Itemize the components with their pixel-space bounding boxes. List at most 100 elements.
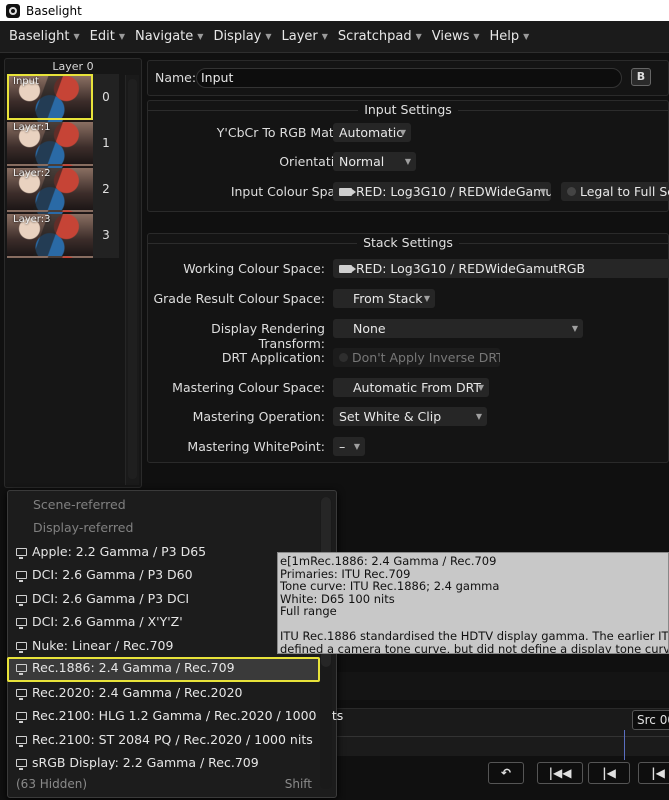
input-colour-space-label: Input Colour Space: bbox=[230, 184, 354, 199]
list-item-dci-xyz[interactable]: DCI: 2.6 Gamma / X'Y'Z' bbox=[16, 611, 312, 633]
chevron-down-icon: ▼ bbox=[399, 128, 406, 137]
list-item-nuke-linear[interactable]: Nuke: Linear / Rec.709 bbox=[16, 635, 312, 657]
b-button[interactable]: B bbox=[631, 68, 651, 86]
display-rendering-transform-dropdown[interactable]: None ▼ bbox=[333, 319, 583, 338]
list-item-rec2100-pq[interactable]: Rec.2100: ST 2084 PQ / Rec.2020 / 1000 n… bbox=[16, 729, 313, 751]
display-rendering-transform-label: Display Rendering Transform: bbox=[211, 321, 325, 351]
tooltip-line: defined a camera tone curve, but did not… bbox=[280, 641, 669, 654]
orientation-label: Orientation: bbox=[279, 154, 354, 169]
name-input[interactable]: Input bbox=[196, 68, 622, 88]
menu-views[interactable]: Views ▼ bbox=[427, 21, 485, 52]
layer-row-2[interactable]: Layer:2 2 bbox=[7, 166, 119, 212]
shift-hint: Shift bbox=[284, 777, 312, 791]
list-item-apple-p3[interactable]: Apple: 2.2 Gamma / P3 D65 bbox=[16, 541, 312, 563]
radio-icon bbox=[567, 187, 576, 196]
scrollbar-thumb[interactable] bbox=[128, 79, 137, 479]
ycbcr-matrix-label: Y'CbCr To RGB Matrix: bbox=[216, 125, 354, 140]
monitor-icon bbox=[16, 594, 27, 606]
grade-result-colour-space-label: Grade Result Colour Space: bbox=[153, 291, 325, 306]
list-item-label: Rec.1886: 2.4 Gamma / Rec.709 bbox=[32, 660, 235, 675]
dropdown-value: None bbox=[353, 321, 386, 336]
undo-button[interactable]: ↶ bbox=[488, 762, 524, 784]
menu-scratchpad[interactable]: Scratchpad ▼ bbox=[333, 21, 427, 52]
layer-label: Layer:2 bbox=[13, 168, 51, 179]
mastering-whitepoint-dropdown[interactable]: – ▼ bbox=[333, 437, 365, 456]
chevron-down-icon: ▼ bbox=[523, 32, 530, 41]
dropdown-value: RED: Log3G10 / REDWideGamu bbox=[356, 184, 551, 199]
camera-icon bbox=[339, 264, 356, 273]
list-item-srgb[interactable]: sRGB Display: 2.2 Gamma / Rec.709 bbox=[16, 752, 312, 774]
list-item-rec2100-hlg[interactable]: Rec.2100: HLG 1.2 Gamma / Rec.2020 / 100… bbox=[16, 705, 343, 727]
layers-panel: Layer 0 Input 0 Layer:1 1 Layer:2 2 Laye… bbox=[4, 58, 142, 488]
monitor-icon bbox=[16, 711, 27, 723]
chevron-down-icon: ▼ bbox=[571, 324, 578, 333]
tooltip-line: Tone curve: ITU Rec.1886; 2.4 gamma bbox=[280, 579, 500, 594]
chevron-down-icon: ▼ bbox=[321, 32, 328, 41]
list-item-dci-p3-d60[interactable]: DCI: 2.6 Gamma / P3 D60 bbox=[16, 564, 312, 586]
layers-scrollbar[interactable] bbox=[125, 75, 139, 485]
layer-number: 0 bbox=[93, 74, 119, 120]
layer-row-1[interactable]: Layer:1 1 bbox=[7, 120, 119, 166]
list-item-dci-p3-dci[interactable]: DCI: 2.6 Gamma / P3 DCI bbox=[16, 588, 312, 610]
layer-thumbnail[interactable]: Layer:3 bbox=[7, 212, 93, 258]
monitor-icon bbox=[16, 641, 27, 653]
list-item-label: DCI: 2.6 Gamma / P3 DCI bbox=[32, 591, 190, 606]
menu-help[interactable]: Help ▼ bbox=[485, 21, 535, 52]
baselight-logo-icon bbox=[6, 3, 20, 18]
menu-label: Help bbox=[489, 29, 520, 44]
menu-navigate[interactable]: Navigate ▼ bbox=[130, 21, 208, 52]
layer-row-3[interactable]: Layer:3 3 bbox=[7, 212, 119, 258]
working-colour-space-dropdown[interactable]: RED: Log3G10 / REDWideGamutRGB bbox=[333, 259, 669, 278]
monitor-icon bbox=[16, 663, 27, 675]
mastering-whitepoint-label: Mastering WhitePoint: bbox=[187, 439, 325, 454]
timeline-bar[interactable] bbox=[336, 736, 669, 756]
layer-thumbnail[interactable]: Layer:2 bbox=[7, 166, 93, 212]
chevron-down-icon: ▼ bbox=[539, 187, 546, 196]
chevron-down-icon: ▼ bbox=[265, 32, 272, 41]
input-colour-space-dropdown[interactable]: RED: Log3G10 / REDWideGamu ▼ bbox=[333, 182, 551, 201]
layer-number: 2 bbox=[93, 166, 119, 212]
monitor-icon bbox=[16, 617, 27, 629]
menu-layer[interactable]: Layer ▼ bbox=[277, 21, 333, 52]
source-timecode-field[interactable]: Src 00 bbox=[632, 710, 669, 730]
dropdown-value: Set White & Clip bbox=[339, 409, 442, 424]
layer-thumbnail[interactable]: Layer:1 bbox=[7, 120, 93, 166]
tooltip-line: White: D65 100 nits bbox=[280, 591, 395, 606]
grade-result-colour-space-dropdown[interactable]: From Stack ▼ bbox=[333, 289, 435, 308]
list-item-rec1886[interactable]: Rec.1886: 2.4 Gamma / Rec.709 bbox=[7, 657, 320, 682]
hidden-count: (63 Hidden) bbox=[16, 777, 88, 791]
playhead[interactable] bbox=[624, 730, 625, 760]
monitor-icon bbox=[16, 570, 27, 582]
dropdown-value: RED: Log3G10 / REDWideGamutRGB bbox=[356, 261, 586, 276]
previous-frame-button[interactable]: |◀ bbox=[588, 762, 630, 784]
menu-display[interactable]: Display ▼ bbox=[208, 21, 276, 52]
dropdown-value: – bbox=[339, 439, 346, 454]
chevron-down-icon: ▼ bbox=[475, 412, 482, 421]
go-to-start-button[interactable]: |◀◀ bbox=[537, 762, 583, 784]
toggle-label: Legal to Full Sca bbox=[580, 184, 669, 199]
layer-label: Layer:1 bbox=[13, 122, 51, 133]
list-item-label: Rec.2100: ST 2084 PQ / Rec.2020 / 1000 n… bbox=[32, 732, 313, 747]
menu-baselight[interactable]: Baselight ▼ bbox=[4, 21, 85, 52]
list-item-label: sRGB Display: 2.2 Gamma / Rec.709 bbox=[32, 755, 259, 770]
colour-space-tooltip: e[1mRec.1886: 2.4 Gamma / Rec.709 Primar… bbox=[277, 552, 669, 654]
menu-label: Baselight bbox=[9, 29, 70, 44]
orientation-dropdown[interactable]: Normal ▼ bbox=[333, 152, 416, 171]
layer-thumbnail[interactable]: Input bbox=[7, 74, 93, 120]
name-panel: Name: Input B bbox=[147, 60, 669, 96]
chevron-down-icon: ▼ bbox=[477, 383, 484, 392]
mastering-operation-dropdown[interactable]: Set White & Clip ▼ bbox=[333, 407, 487, 426]
mastering-colour-space-dropdown[interactable]: Automatic From DRT ▼ bbox=[333, 378, 489, 397]
ycbcr-matrix-dropdown[interactable]: Automatic ▼ bbox=[333, 123, 411, 142]
input-settings-panel: Input Settings Y'CbCr To RGB Matrix: Aut… bbox=[147, 100, 669, 212]
panel-title: Input Settings bbox=[148, 102, 668, 117]
monitor-icon bbox=[16, 547, 27, 559]
legal-to-full-toggle[interactable]: Legal to Full Sca bbox=[561, 182, 669, 201]
list-item-rec2020[interactable]: Rec.2020: 2.4 Gamma / Rec.2020 bbox=[16, 682, 312, 704]
layer-row-input[interactable]: Input 0 bbox=[7, 74, 119, 120]
menu-edit[interactable]: Edit ▼ bbox=[85, 21, 130, 52]
menu-label: Navigate bbox=[134, 29, 194, 44]
previous-edit-button[interactable]: |◀ bbox=[638, 762, 669, 784]
list-item-label: DCI: 2.6 Gamma / X'Y'Z' bbox=[32, 614, 183, 629]
drt-application-toggle[interactable]: Don't Apply Inverse DRTs bbox=[333, 348, 500, 367]
